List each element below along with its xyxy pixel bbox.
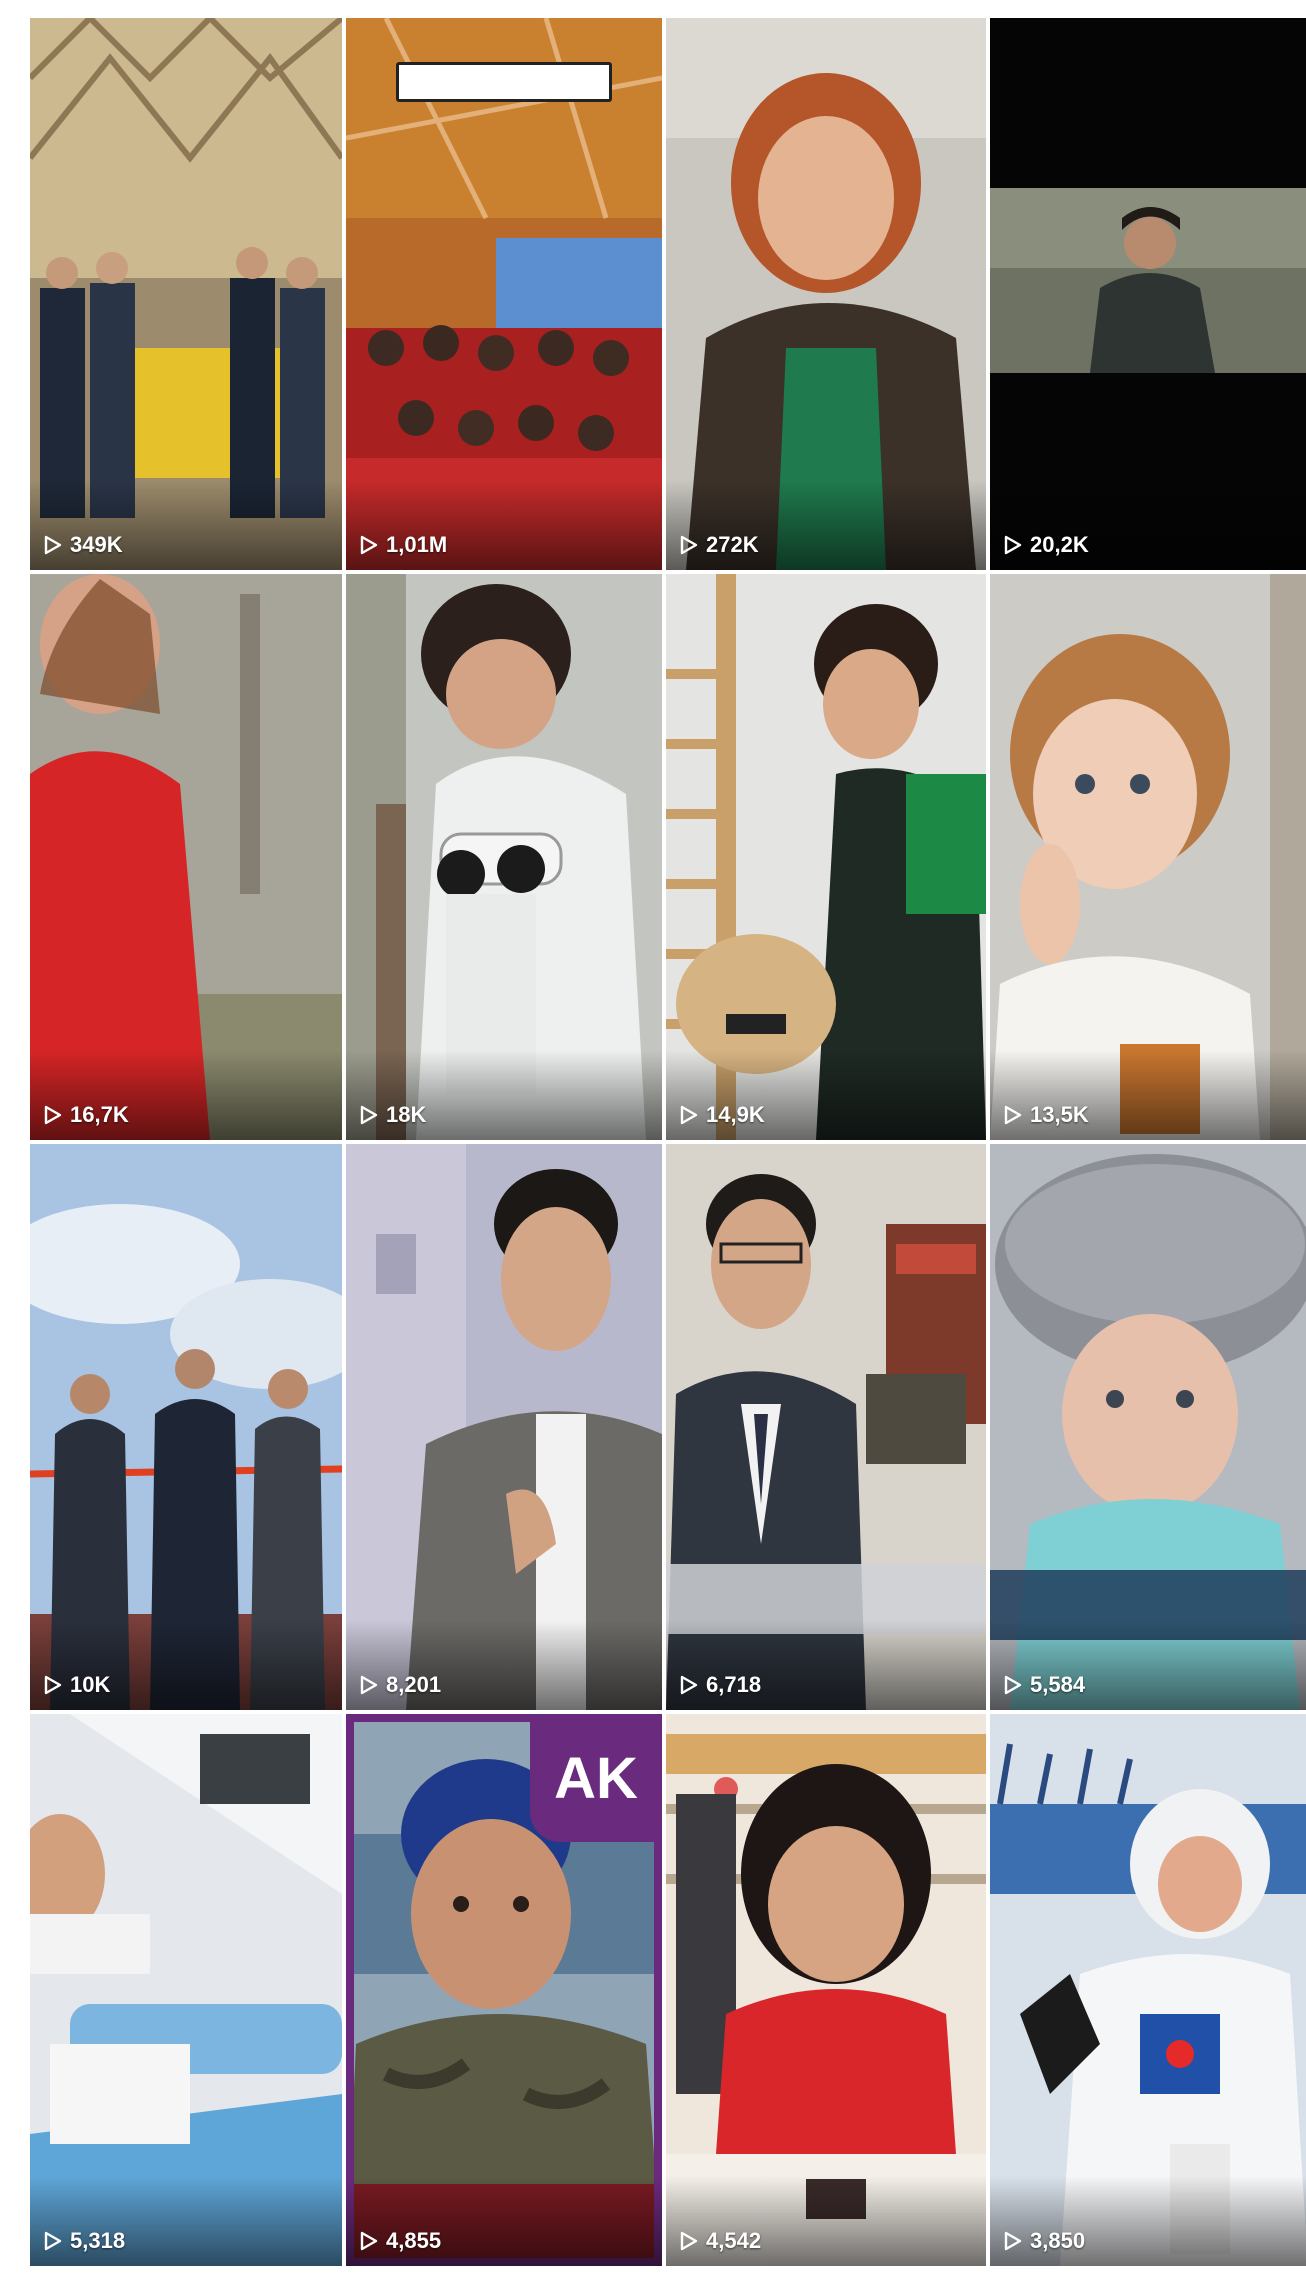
view-count-label: 10K (70, 1672, 111, 1697)
play-outline-icon (680, 2231, 698, 2251)
video-thumbnail-7[interactable]: 14,9K (666, 574, 986, 1140)
view-count-label: 349K (70, 532, 123, 557)
view-count: 18K (360, 1102, 426, 1128)
play-outline-icon (44, 535, 62, 555)
play-outline-icon (680, 535, 698, 555)
banner-sign (396, 62, 612, 102)
view-count-label: 3,850 (1030, 2228, 1086, 2253)
play-outline-icon (1004, 1675, 1022, 1695)
video-thumbnail-3[interactable]: 272K (666, 18, 986, 570)
play-outline-icon (360, 2231, 378, 2251)
view-count-label: 4,855 (386, 2228, 442, 2253)
view-count: 4,855 (360, 2228, 441, 2254)
video-thumbnail-11[interactable]: 6,718 (666, 1144, 986, 1710)
video-thumbnail-5[interactable]: 16,7K (30, 574, 342, 1140)
view-count-label: 14,9K (706, 1102, 765, 1127)
view-count: 272K (680, 532, 759, 558)
view-count: 3,850 (1004, 2228, 1085, 2254)
view-count-label: 1,01M (386, 532, 448, 557)
play-outline-icon (44, 1675, 62, 1695)
view-count-label: 20,2K (1030, 532, 1089, 557)
play-outline-icon (1004, 535, 1022, 555)
video-thumbnail-2[interactable]: 1,01M (346, 18, 662, 570)
view-count-label: 8,201 (386, 1672, 442, 1697)
view-count-label: 5,584 (1030, 1672, 1086, 1697)
video-thumbnail-12[interactable]: 5,584 (990, 1144, 1306, 1710)
play-outline-icon (1004, 2231, 1022, 2251)
video-thumbnail-4[interactable]: 20,2K (990, 18, 1306, 570)
view-count: 1,01M (360, 532, 447, 558)
play-outline-icon (360, 535, 378, 555)
view-count-label: 6,718 (706, 1672, 762, 1697)
play-outline-icon (680, 1675, 698, 1695)
play-outline-icon (44, 2231, 62, 2251)
view-count-label: 18K (386, 1102, 427, 1127)
view-count: 13,5K (1004, 1102, 1089, 1128)
video-thumbnail-14[interactable]: AK 4,855 (346, 1714, 662, 2266)
channel-badge: AK (530, 1714, 662, 1842)
video-thumbnail-10[interactable]: 8,201 (346, 1144, 662, 1710)
video-thumbnail-9[interactable]: 10K (30, 1144, 342, 1710)
view-count: 20,2K (1004, 532, 1089, 558)
view-count: 4,542 (680, 2228, 761, 2254)
view-count: 14,9K (680, 1102, 765, 1128)
view-count: 349K (44, 532, 123, 558)
video-thumbnail-1[interactable]: 349K (30, 18, 342, 570)
video-thumbnail-6[interactable]: 18K (346, 574, 662, 1140)
video-grid: 349K 1,01M 272K 20,2K 16,7K 18K 14,9K 13… (30, 18, 1306, 2274)
view-count: 6,718 (680, 1672, 761, 1698)
view-count-label: 272K (706, 532, 759, 557)
view-count: 16,7K (44, 1102, 129, 1128)
view-count: 8,201 (360, 1672, 441, 1698)
play-outline-icon (680, 1105, 698, 1125)
view-count: 5,584 (1004, 1672, 1085, 1698)
play-outline-icon (1004, 1105, 1022, 1125)
play-outline-icon (360, 1105, 378, 1125)
video-thumbnail-8[interactable]: 13,5K (990, 574, 1306, 1140)
video-thumbnail-16[interactable]: 3,850 (990, 1714, 1306, 2266)
view-count-label: 5,318 (70, 2228, 126, 2253)
play-outline-icon (44, 1105, 62, 1125)
video-thumbnail-13[interactable]: 5,318 (30, 1714, 342, 2266)
play-outline-icon (360, 1675, 378, 1695)
view-count-label: 4,542 (706, 2228, 762, 2253)
view-count-label: 13,5K (1030, 1102, 1089, 1127)
view-count: 5,318 (44, 2228, 125, 2254)
view-count-label: 16,7K (70, 1102, 129, 1127)
view-count: 10K (44, 1672, 110, 1698)
video-thumbnail-15[interactable]: 4,542 (666, 1714, 986, 2266)
